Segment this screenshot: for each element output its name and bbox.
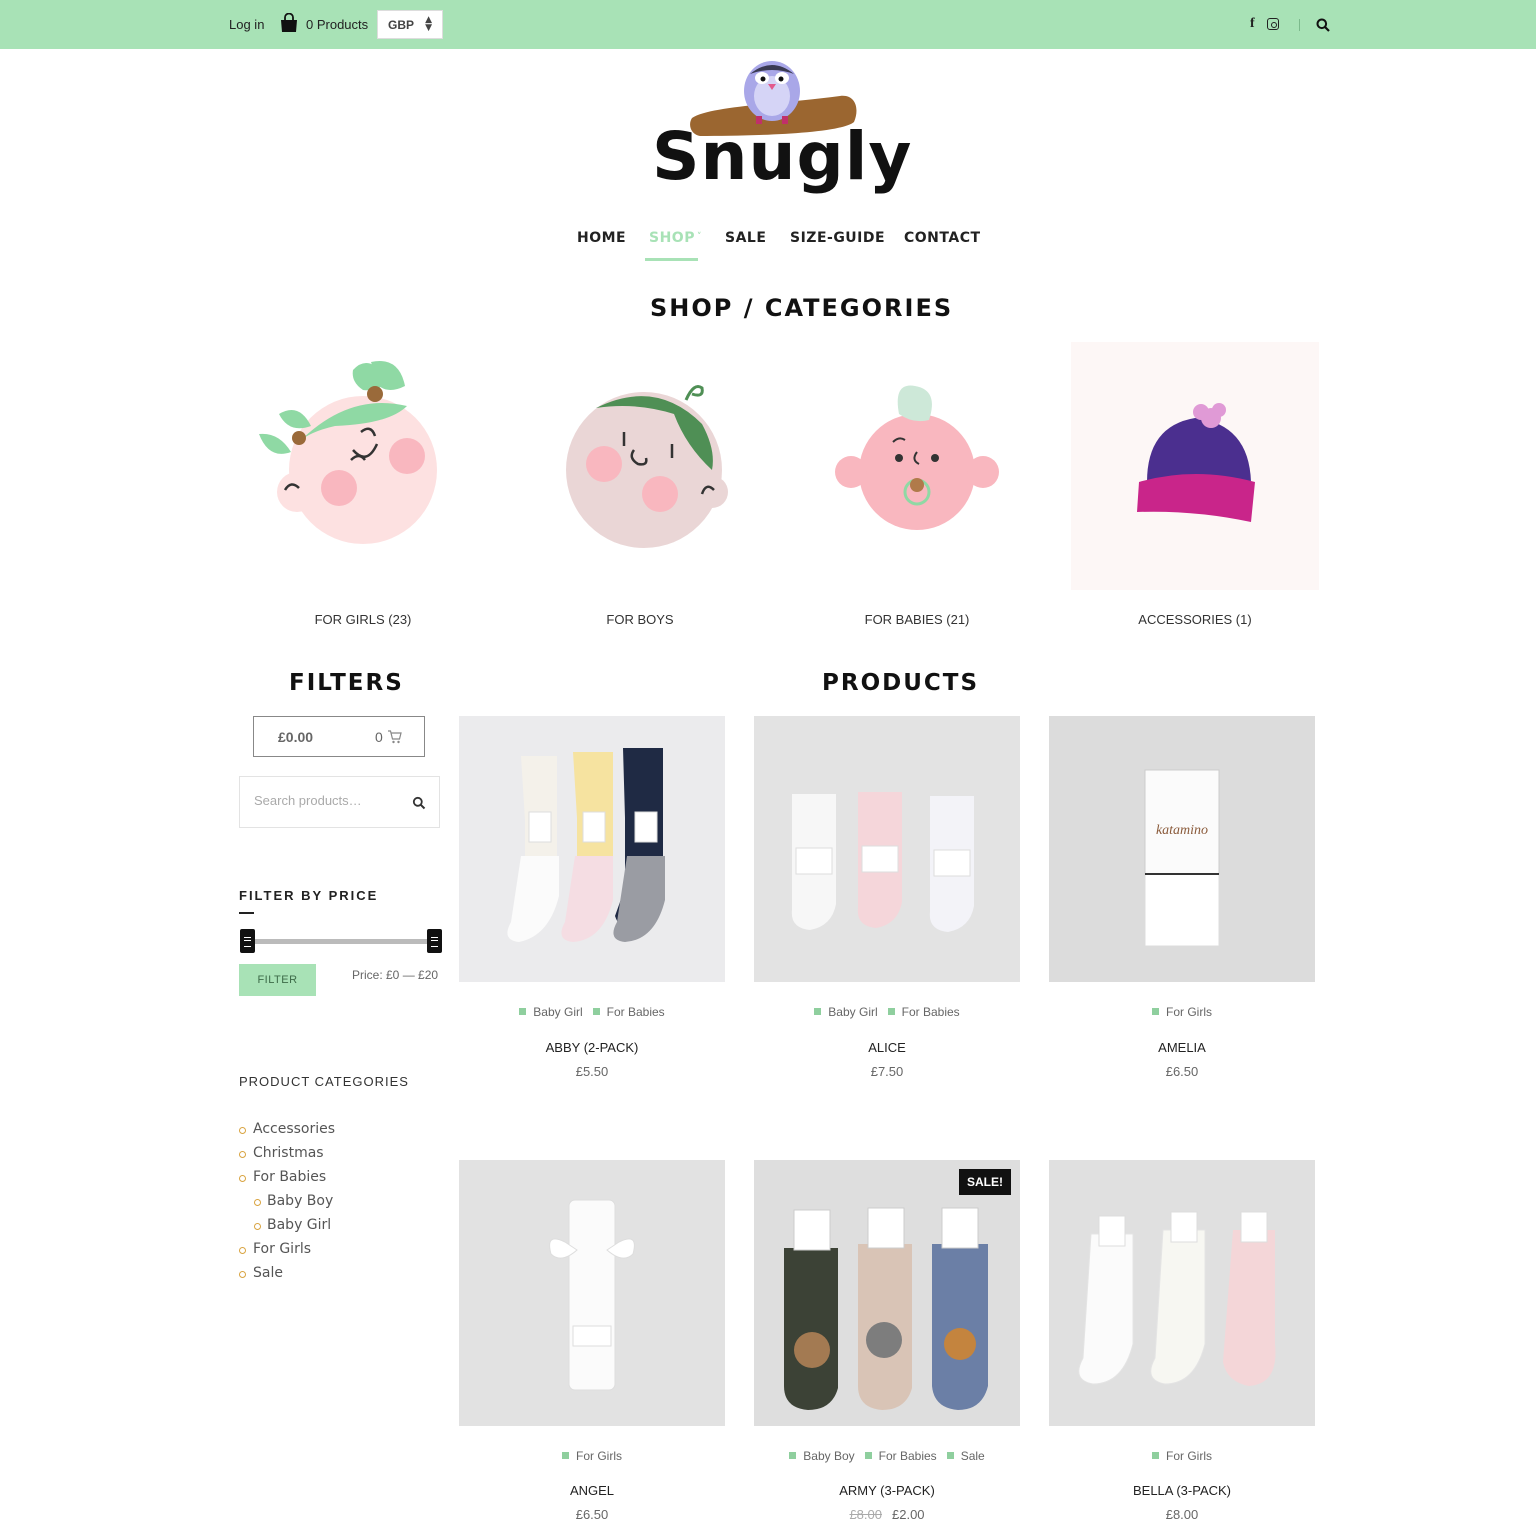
product-image[interactable] — [459, 1160, 725, 1426]
nav-sale[interactable]: SALE — [725, 230, 766, 246]
product-price: £6.50 — [1165, 1064, 1199, 1079]
list-bullet — [239, 1247, 246, 1254]
list-bullet — [239, 1151, 246, 1158]
nav-home[interactable]: HOME — [577, 230, 626, 246]
category-link-baby-girl[interactable]: Baby Girl — [267, 1217, 331, 1233]
chevron-down-icon: ˅ — [696, 232, 702, 242]
product-tags: For Girls — [1049, 1449, 1315, 1463]
cart-products-link[interactable]: 0 Products — [306, 17, 368, 32]
nav-size-guide[interactable]: SIZE-GUIDE — [790, 230, 885, 246]
category-link-christmas[interactable]: Christmas — [253, 1145, 324, 1161]
price-slider-max-handle[interactable] — [427, 929, 442, 953]
list-bullet — [254, 1223, 261, 1230]
list-bullet — [254, 1199, 261, 1206]
divider — [1299, 19, 1300, 31]
mini-cart[interactable]: £0.00 0 — [253, 716, 425, 757]
sale-price: £2.00 — [892, 1507, 925, 1522]
top-bar: Log in 0 Products GBP ▲ ▼ f — [0, 0, 1536, 49]
product-tag[interactable]: Baby Girl — [814, 1005, 877, 1019]
boy-face-icon[interactable] — [516, 342, 764, 590]
brand-logo-text[interactable]: Snugly — [652, 118, 912, 195]
category-link-sale[interactable]: Sale — [253, 1265, 283, 1281]
category-label-boys[interactable]: FOR BOYS — [516, 612, 764, 627]
product-image[interactable] — [1049, 1160, 1315, 1426]
product-tag[interactable]: Sale — [947, 1449, 985, 1463]
title-underline — [239, 912, 254, 914]
nav-shop-label: SHOP — [649, 230, 695, 246]
filter-by-price-title: FILTER BY PRICE — [239, 888, 379, 903]
instagram-icon[interactable] — [1267, 18, 1279, 30]
price-slider-min-handle[interactable] — [240, 929, 255, 953]
product-tags: For Girls — [1049, 1005, 1315, 1019]
product-image[interactable] — [754, 1160, 1020, 1426]
product-price: £7.50 — [870, 1064, 904, 1079]
facebook-icon[interactable]: f — [1250, 16, 1255, 32]
filter-button[interactable]: FILTER — [239, 964, 316, 996]
page-title: SHOP / CATEGORIES — [650, 294, 954, 322]
product-tag[interactable]: For Girls — [1152, 1449, 1212, 1463]
cart-icon — [388, 730, 402, 744]
girl-face-icon[interactable] — [239, 342, 487, 590]
list-bullet — [239, 1175, 246, 1182]
product-tag[interactable]: For Girls — [1152, 1005, 1212, 1019]
beanie-hat-icon[interactable] — [1071, 342, 1319, 590]
price-range-label: Price: £0 — £20 — [352, 968, 439, 982]
shopping-bag-icon[interactable] — [279, 13, 299, 33]
product-image[interactable] — [754, 716, 1020, 982]
product-name[interactable]: ABBY (2-PACK) — [459, 1040, 725, 1055]
currency-value: GBP — [388, 18, 415, 32]
login-link[interactable]: Log in — [229, 17, 264, 32]
product-tags: Baby Girl For Babies — [459, 1005, 725, 1019]
product-price: £8.00 £2.00 — [754, 1507, 1020, 1522]
product-tag[interactable]: For Girls — [562, 1449, 622, 1463]
baby-face-icon[interactable] — [793, 342, 1041, 590]
category-link-baby-boy[interactable]: Baby Boy — [267, 1193, 333, 1209]
product-tag[interactable]: For Babies — [865, 1449, 937, 1463]
product-name[interactable]: ANGEL — [459, 1483, 725, 1498]
product-tag[interactable]: Baby Boy — [789, 1449, 854, 1463]
svg-text:katamino: katamino — [1156, 823, 1208, 838]
nav-active-underline — [645, 258, 698, 261]
category-link-for-babies[interactable]: For Babies — [253, 1169, 326, 1185]
product-price: £5.50 — [575, 1064, 609, 1079]
product-tag[interactable]: For Babies — [593, 1005, 665, 1019]
product-name[interactable]: ALICE — [754, 1040, 1020, 1055]
price-slider-track[interactable] — [247, 939, 434, 944]
product-price: £8.00 — [1165, 1507, 1199, 1522]
old-price: £8.00 — [849, 1507, 882, 1522]
product-name[interactable]: BELLA (3-PACK) — [1049, 1483, 1315, 1498]
sale-badge: SALE! — [959, 1169, 1011, 1195]
search-icon[interactable] — [1316, 18, 1330, 32]
category-label-girls[interactable]: FOR GIRLS (23) — [239, 612, 487, 627]
category-link-for-girls[interactable]: For Girls — [253, 1241, 311, 1257]
filters-heading: FILTERS — [289, 670, 404, 696]
product-tags: Baby Boy For Babies Sale — [754, 1449, 1020, 1463]
search-input[interactable] — [254, 793, 404, 808]
product-search — [239, 776, 440, 828]
search-icon[interactable] — [412, 796, 426, 810]
product-price: £6.50 — [575, 1507, 609, 1522]
category-label-babies[interactable]: FOR BABIES (21) — [793, 612, 1041, 627]
select-arrows-icon: ▲ ▼ — [425, 15, 432, 33]
category-label-accessories[interactable]: ACCESSORIES (1) — [1071, 612, 1319, 627]
product-name[interactable]: AMELIA — [1049, 1040, 1315, 1055]
currency-select[interactable]: GBP ▲ ▼ — [377, 10, 443, 39]
product-name[interactable]: ARMY (3-PACK) — [754, 1483, 1020, 1498]
cart-total: £0.00 — [278, 729, 314, 745]
nav-shop[interactable]: SHOP ˅ — [649, 230, 702, 246]
products-heading: PRODUCTS — [822, 670, 980, 696]
product-image[interactable] — [459, 716, 725, 982]
product-tags: For Girls — [459, 1449, 725, 1463]
nav-contact[interactable]: CONTACT — [904, 230, 981, 246]
product-tag[interactable]: For Babies — [888, 1005, 960, 1019]
cart-count: 0 — [375, 729, 383, 745]
product-tag[interactable]: Baby Girl — [519, 1005, 582, 1019]
product-tags: Baby Girl For Babies — [754, 1005, 1020, 1019]
category-link-accessories[interactable]: Accessories — [253, 1121, 335, 1137]
product-image[interactable]: katamino — [1049, 716, 1315, 982]
list-bullet — [239, 1271, 246, 1278]
product-categories-title: PRODUCT CATEGORIES — [239, 1074, 409, 1089]
list-bullet — [239, 1127, 246, 1134]
